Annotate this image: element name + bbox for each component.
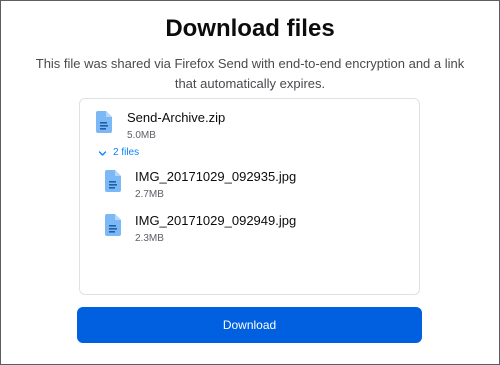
file-name: IMG_20171029_092935.jpg bbox=[135, 169, 297, 184]
file-size: 2.3MB bbox=[135, 233, 164, 244]
page-frame: Download files This file was shared via … bbox=[0, 0, 500, 365]
file-size: 2.7MB bbox=[135, 189, 164, 200]
chevron-down-icon bbox=[98, 149, 107, 158]
page-title: Download files bbox=[165, 15, 335, 42]
archive-size: 5.0MB bbox=[127, 130, 156, 141]
file-icon bbox=[105, 170, 121, 192]
file-list-panel: Send-Archive.zip 5.0MB 2 files IMG_20171… bbox=[79, 98, 420, 295]
file-icon bbox=[105, 214, 121, 236]
download-button[interactable]: Download bbox=[77, 307, 422, 343]
archive-name: Send-Archive.zip bbox=[127, 110, 226, 125]
file-icon bbox=[96, 111, 112, 133]
file-name: IMG_20171029_092949.jpg bbox=[135, 213, 297, 228]
file-list-toggle-label: 2 files bbox=[113, 147, 140, 158]
file-list-toggle[interactable]: 2 files bbox=[98, 146, 139, 160]
page-subtitle: This file was shared via Firefox Send wi… bbox=[35, 56, 465, 91]
